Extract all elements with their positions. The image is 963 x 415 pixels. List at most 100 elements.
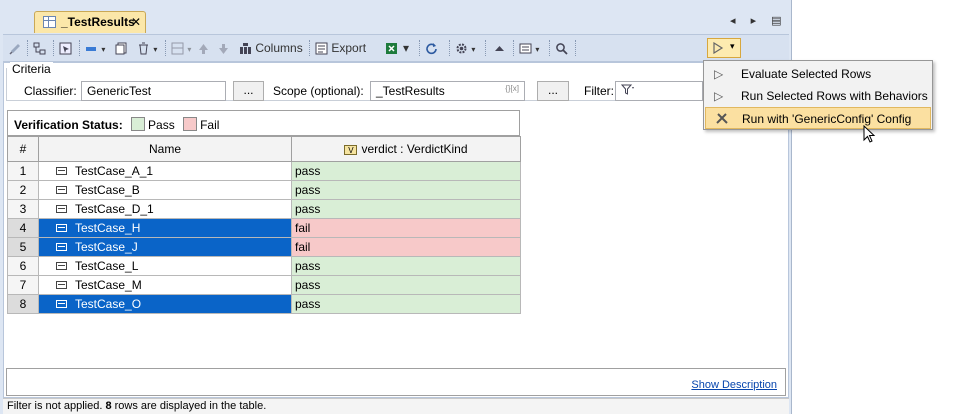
columns-button[interactable]: Columns (239, 39, 303, 57)
copy-icon[interactable] (115, 39, 128, 57)
classifier-field[interactable]: GenericTest (81, 81, 226, 101)
tab-strip: _TestResults ✕ ◂ ▸ ▤ (0, 0, 791, 34)
play-icon: ▷ (714, 67, 724, 81)
expression-icon[interactable]: {}[x] (505, 84, 519, 93)
collapse-icon[interactable] (493, 39, 506, 57)
table-row[interactable]: 7 TestCase_M pass (7, 275, 521, 295)
row-number[interactable]: 4 (7, 218, 39, 238)
back-icon[interactable] (9, 39, 22, 57)
verification-status-label: Verification Status: (14, 118, 123, 132)
dropdown-icon[interactable]: ▾ (403, 39, 409, 57)
play-icon: ▷ (714, 89, 724, 103)
scope-browse-button[interactable]: ... (537, 81, 569, 101)
test-case-icon (56, 167, 67, 175)
row-name: TestCase_J (75, 240, 138, 254)
menu-item-evaluate-selected-rows[interactable]: ▷ Evaluate Selected Rows (705, 63, 931, 85)
row-name-cell[interactable]: TestCase_M (38, 275, 292, 295)
table-row[interactable]: 1 TestCase_A_1 pass (7, 161, 521, 181)
table-row[interactable]: 8 TestCase_O pass (7, 294, 521, 314)
columns-icon (240, 43, 251, 55)
toolbar-separator (419, 40, 421, 56)
row-number[interactable]: 5 (7, 237, 39, 257)
select-element-icon[interactable] (59, 39, 72, 57)
play-icon (713, 42, 724, 54)
scope-value: _TestResults (376, 84, 445, 98)
column-header-name[interactable]: Name (38, 136, 292, 162)
row-name-cell[interactable]: TestCase_A_1 (38, 161, 292, 181)
table-row[interactable]: 3 TestCase_D_1 pass (7, 199, 521, 219)
toolbar-separator (53, 40, 55, 56)
tab-test-results[interactable]: _TestResults ✕ (34, 11, 146, 33)
row-number[interactable]: 7 (7, 275, 39, 295)
row-name-cell[interactable]: TestCase_B (38, 180, 292, 200)
verdict-header-label: verdict : VerdictKind (361, 142, 468, 156)
test-case-icon (56, 281, 67, 289)
move-up-icon[interactable] (197, 39, 210, 57)
row-verdict-cell[interactable]: fail (291, 237, 521, 257)
menu-item-label: Run Selected Rows with Behaviors (741, 89, 928, 103)
test-case-icon (56, 205, 67, 213)
row-verdict-cell[interactable]: pass (291, 294, 521, 314)
row-name-cell[interactable]: TestCase_O (38, 294, 292, 314)
menu-item-label: Run with 'GenericConfig' Config (742, 112, 912, 126)
row-name-cell[interactable]: TestCase_L (38, 256, 292, 276)
row-name-cell[interactable]: TestCase_D_1 (38, 199, 292, 219)
row-name: TestCase_A_1 (75, 164, 154, 178)
close-icon[interactable]: ✕ (131, 15, 141, 29)
row-name-cell[interactable]: TestCase_H (38, 218, 292, 238)
row-number[interactable]: 8 (7, 294, 39, 314)
row-verdict-cell[interactable]: pass (291, 275, 521, 295)
table-row[interactable]: 5 TestCase_J fail (7, 237, 521, 257)
gear-icon[interactable]: ▾ (455, 39, 475, 57)
show-description-link[interactable]: Show Description (691, 379, 777, 391)
fail-swatch (183, 117, 198, 131)
add-row-icon[interactable]: ▾ (85, 39, 105, 57)
table-icon (43, 16, 56, 28)
delete-icon[interactable]: ▾ (137, 39, 157, 57)
menu-item-label: Evaluate Selected Rows (741, 67, 872, 81)
refresh-icon[interactable] (425, 39, 438, 57)
move-down-icon[interactable] (217, 39, 230, 57)
funnel-icon (620, 84, 634, 95)
row-verdict-cell[interactable]: pass (291, 161, 521, 181)
test-case-icon (56, 243, 67, 251)
hierarchy-icon[interactable] (33, 39, 46, 57)
table-row[interactable]: 4 TestCase_H fail (7, 218, 521, 238)
row-verdict-cell[interactable]: pass (291, 199, 521, 219)
toolbar-separator (485, 40, 487, 56)
tab-navigation-icons[interactable]: ◂ ▸ ▤ (730, 14, 788, 27)
search-icon[interactable] (555, 39, 568, 57)
pass-swatch (131, 117, 146, 131)
export-button[interactable]: Export (315, 39, 366, 57)
criteria-legend: Criteria (10, 62, 53, 76)
row-number[interactable]: 1 (7, 161, 39, 181)
row-verdict-cell[interactable]: pass (291, 256, 521, 276)
test-case-icon (56, 300, 67, 308)
export-icon (315, 42, 328, 55)
toolbar-separator (575, 40, 577, 56)
row-verdict-cell[interactable]: fail (291, 218, 521, 238)
classifier-label: Classifier: (24, 84, 77, 98)
table-row[interactable]: 2 TestCase_B pass (7, 180, 521, 200)
menu-item-run-with-config[interactable]: Run with 'GenericConfig' Config (705, 107, 931, 129)
scope-field[interactable]: _TestResults {}[x] (370, 81, 525, 101)
run-dropdown-menu: ▷ Evaluate Selected Rows ▷ Run Selected … (703, 60, 933, 130)
view-mode-icon[interactable]: ▾ (519, 39, 539, 57)
column-header-verdict[interactable]: Vverdict : VerdictKind (291, 136, 521, 162)
toolbar-separator (79, 40, 81, 56)
layout-icon[interactable]: ▾ (171, 39, 191, 57)
scope-label: Scope (optional): (273, 84, 364, 98)
excel-icon[interactable] (385, 39, 398, 57)
classifier-browse-button[interactable]: ... (233, 81, 264, 101)
filter-field[interactable] (615, 81, 703, 101)
row-number[interactable]: 3 (7, 199, 39, 219)
menu-item-run-with-behaviors[interactable]: ▷ Run Selected Rows with Behaviors (705, 85, 931, 107)
row-name-cell[interactable]: TestCase_J (38, 237, 292, 257)
table-row[interactable]: 6 TestCase_L pass (7, 256, 521, 276)
column-header-number[interactable]: # (7, 136, 39, 162)
row-number[interactable]: 6 (7, 256, 39, 276)
run-dropdown-button[interactable]: ▾ (707, 38, 741, 58)
row-number[interactable]: 2 (7, 180, 39, 200)
row-verdict-cell[interactable]: pass (291, 180, 521, 200)
status-suffix: rows are displayed in the table. (111, 400, 267, 412)
